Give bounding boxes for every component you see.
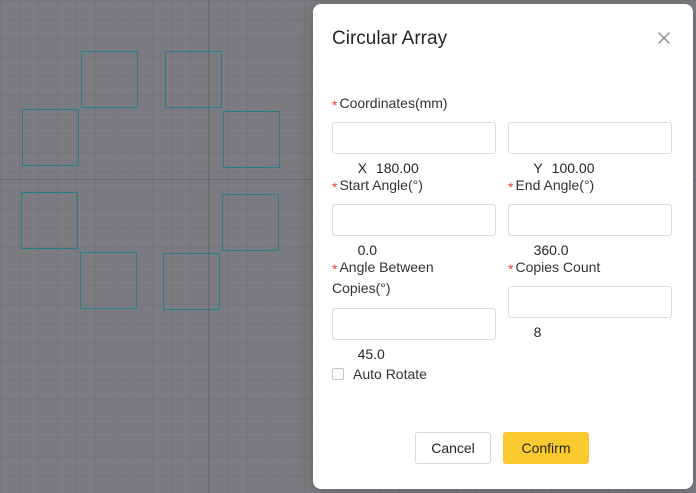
auto-rotate-option[interactable]: Auto Rotate <box>332 366 427 382</box>
array-copy-shape[interactable] <box>222 194 279 251</box>
dialog-title: Circular Array <box>332 28 448 49</box>
required-mark: * <box>508 261 514 277</box>
coordinates-label-text: Coordinates(mm) <box>339 95 448 111</box>
close-icon[interactable] <box>655 29 673 47</box>
angle-between-value: 45.0 <box>357 346 385 362</box>
copies-count-input[interactable]: 8 <box>508 286 672 340</box>
angle-between-label-line2: Copies(°) <box>332 280 391 296</box>
angle-between-input[interactable]: 45.0 <box>332 308 496 362</box>
required-mark: * <box>508 179 514 195</box>
confirm-button[interactable]: Confirm <box>503 432 589 464</box>
copies-count-label: * Copies Count <box>508 257 600 278</box>
array-copy-shape[interactable] <box>223 111 280 168</box>
start-angle-input[interactable]: 0.0 <box>332 204 496 258</box>
array-copy-shape[interactable] <box>165 51 222 108</box>
end-angle-label: * End Angle(°) <box>508 175 594 196</box>
auto-rotate-checkbox[interactable] <box>332 368 344 380</box>
array-copy-shape[interactable] <box>81 51 138 108</box>
cancel-button[interactable]: Cancel <box>415 432 491 464</box>
end-angle-label-text: End Angle(°) <box>515 177 595 193</box>
copies-count-label-text: Copies Count <box>515 259 601 275</box>
required-mark: * <box>332 261 338 277</box>
auto-rotate-label: Auto Rotate <box>353 366 427 382</box>
array-copy-shape[interactable] <box>22 109 79 166</box>
coordinate-x-prefix: X <box>357 160 367 176</box>
start-angle-label-text: Start Angle(°) <box>339 177 423 193</box>
start-angle-value: 0.0 <box>357 242 378 258</box>
circular-array-dialog: Circular Array * Coordinates(mm) X 180.00 … <box>313 4 693 489</box>
coordinate-x-value: 180.00 <box>375 160 419 176</box>
array-copy-shape[interactable] <box>163 253 220 310</box>
angle-between-label-line1: Angle Between <box>339 259 434 275</box>
copies-count-value: 8 <box>533 324 542 340</box>
coordinate-y-value: 100.00 <box>551 160 595 176</box>
required-mark: * <box>332 97 338 113</box>
coordinate-y-input[interactable]: Y 100.00 <box>508 122 672 176</box>
coordinates-label: * Coordinates(mm) <box>332 93 448 114</box>
required-mark: * <box>332 179 338 195</box>
array-copy-shape[interactable] <box>21 192 78 249</box>
coordinate-x-input[interactable]: X 180.00 <box>332 122 496 176</box>
array-copy-shape[interactable] <box>80 252 137 309</box>
end-angle-input[interactable]: 360.0 <box>508 204 672 258</box>
end-angle-value: 360.0 <box>533 242 569 258</box>
start-angle-label: * Start Angle(°) <box>332 175 423 196</box>
angle-between-label: * Angle Between Copies(°) <box>332 257 434 299</box>
coordinate-y-prefix: Y <box>533 160 543 176</box>
